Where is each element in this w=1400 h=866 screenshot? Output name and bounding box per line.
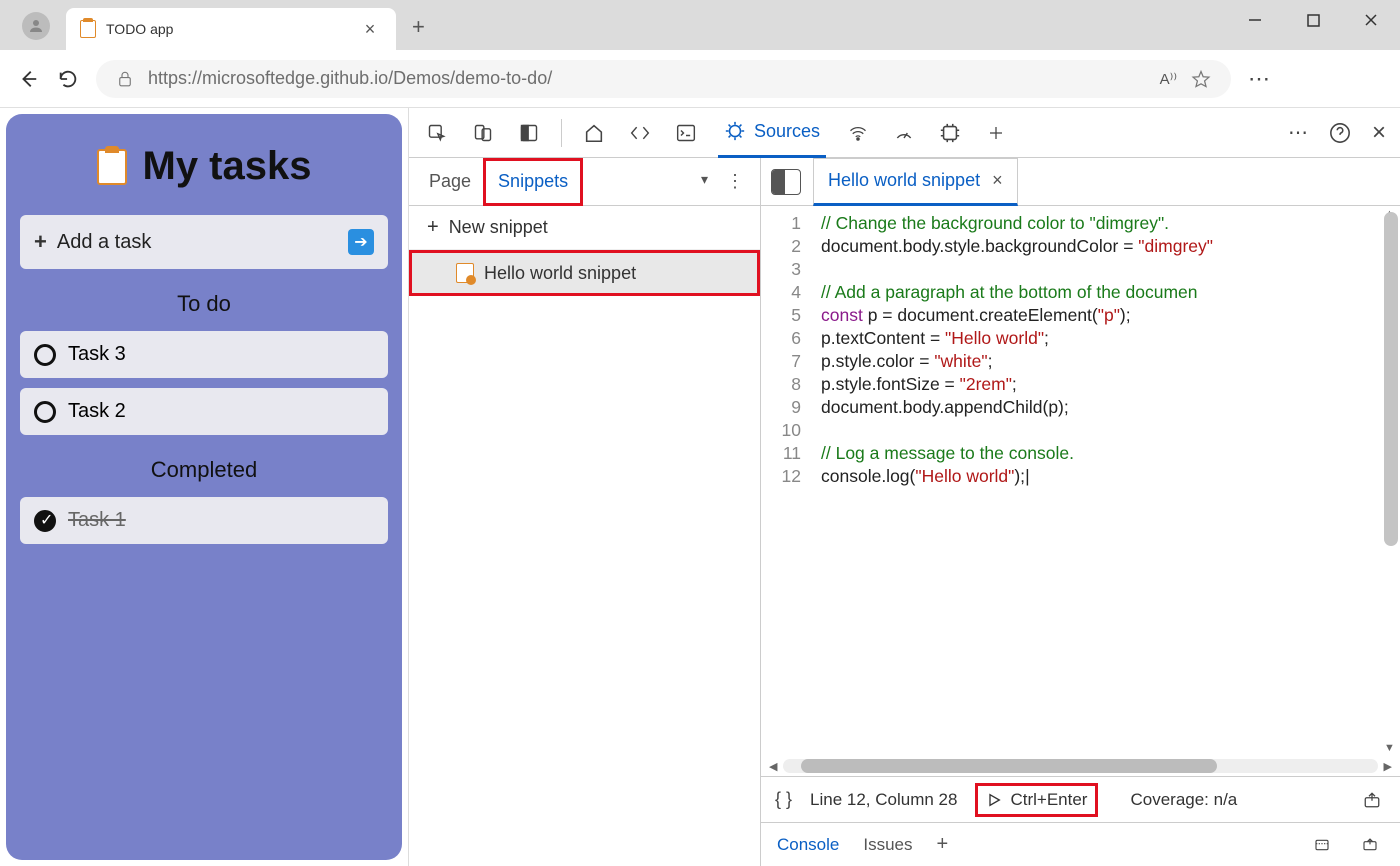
more-tabs-button[interactable] (982, 119, 1010, 147)
cursor-position: Line 12, Column 28 (810, 790, 957, 810)
lock-icon (116, 69, 134, 89)
more-menu[interactable]: ⋯ (1288, 120, 1308, 145)
refresh-button[interactable] (56, 68, 80, 90)
coverage-label: Coverage: n/a (1130, 790, 1237, 810)
url-box[interactable]: https://microsoftedge.github.io/Demos/de… (96, 60, 1231, 98)
tab-close-icon[interactable]: × (358, 19, 382, 40)
address-bar: https://microsoftedge.github.io/Demos/de… (0, 50, 1400, 108)
browser-titlebar: TODO app × + (0, 0, 1400, 50)
window-controls (1226, 0, 1400, 40)
welcome-tab[interactable] (580, 119, 608, 147)
snippets-tab[interactable]: Snippets (483, 158, 583, 206)
read-aloud-icon[interactable]: A⁾⁾ (1160, 70, 1177, 88)
drawer-issues-tab[interactable]: Issues (863, 835, 912, 855)
task-label: Task 1 (68, 509, 126, 532)
task-label: Task 2 (68, 400, 126, 423)
url-text: https://microsoftedge.github.io/Demos/de… (148, 68, 552, 89)
maximize-button[interactable] (1284, 0, 1342, 40)
more-icon[interactable]: ⋮ (726, 171, 744, 192)
memory-tab[interactable] (936, 119, 964, 147)
devtools-toolbar: Sources ⋯ × (409, 108, 1400, 158)
close-window-button[interactable] (1342, 0, 1400, 40)
checkbox-icon[interactable] (34, 401, 56, 423)
code-editor[interactable]: 123456789101112 // Change the background… (761, 206, 1400, 756)
line-gutter: 123456789101112 (761, 206, 811, 756)
sources-navigator: Page Snippets ▾ ⋮ + New snippet Hello wo… (409, 158, 761, 866)
sources-tab[interactable]: Sources (718, 108, 826, 158)
drawer-icon-2[interactable] (1356, 831, 1384, 859)
checkbox-icon[interactable] (34, 344, 56, 366)
drawer-console-tab[interactable]: Console (777, 835, 839, 855)
submit-task-button[interactable]: ➔ (348, 229, 374, 255)
code-content[interactable]: // Change the background color to "dimgr… (811, 206, 1400, 756)
new-tab-button[interactable]: + (412, 14, 425, 40)
page-tab[interactable]: Page (417, 158, 483, 206)
inspect-icon[interactable] (423, 119, 451, 147)
drawer-tabs: Console Issues + (761, 822, 1400, 866)
task-item[interactable]: Task 1 (20, 497, 388, 544)
toggle-navigator-button[interactable] (771, 169, 801, 195)
run-snippet-button[interactable]: Ctrl+Enter (975, 783, 1098, 817)
add-task-label: Add a task (57, 231, 152, 254)
editor-pane: Hello world snippet × 123456789101112 //… (761, 158, 1400, 866)
new-snippet-button[interactable]: + New snippet (409, 206, 760, 250)
tab-title: TODO app (106, 21, 348, 37)
devtools: Sources ⋯ × Page Snippets ▾ ⋮ (408, 108, 1400, 866)
plus-icon: + (34, 229, 47, 255)
checkbox-checked-icon[interactable] (34, 510, 56, 532)
app-title: My tasks (143, 144, 312, 189)
add-task-input[interactable]: + Add a task ➔ (20, 215, 388, 269)
help-icon[interactable] (1326, 119, 1354, 147)
pretty-print-button[interactable]: { } (775, 789, 792, 810)
menu-button[interactable]: ⋯ (1247, 66, 1271, 92)
favorite-icon[interactable] (1191, 69, 1211, 89)
close-devtools-button[interactable]: × (1372, 119, 1386, 147)
vertical-scrollbar[interactable]: ▲▼ (1384, 212, 1398, 750)
profile-avatar[interactable] (22, 12, 50, 40)
clipboard-icon (80, 20, 96, 38)
upload-icon[interactable] (1358, 786, 1386, 814)
snippet-file-icon (456, 263, 474, 283)
plus-icon: + (427, 216, 439, 239)
dock-icon[interactable] (515, 119, 543, 147)
minimize-button[interactable] (1226, 0, 1284, 40)
snippet-name: Hello world snippet (484, 263, 636, 284)
section-completed: Completed (20, 457, 388, 483)
task-item[interactable]: Task 3 (20, 331, 388, 378)
clipboard-icon (97, 149, 127, 185)
network-tab[interactable] (844, 119, 872, 147)
console-tab[interactable] (672, 119, 700, 147)
close-tab-icon[interactable]: × (992, 170, 1003, 191)
drawer-icon-1[interactable] (1308, 831, 1336, 859)
editor-tab[interactable]: Hello world snippet × (813, 158, 1018, 206)
section-todo: To do (20, 291, 388, 317)
page-viewport: My tasks + Add a task ➔ To do Task 3 Tas… (0, 108, 408, 866)
task-label: Task 3 (68, 343, 126, 366)
add-drawer-tab[interactable]: + (937, 833, 949, 856)
performance-tab[interactable] (890, 119, 918, 147)
todo-app: My tasks + Add a task ➔ To do Task 3 Tas… (6, 114, 402, 860)
editor-statusbar: { } Line 12, Column 28 Ctrl+Enter Covera… (761, 776, 1400, 822)
horizontal-scrollbar[interactable]: ◀▶ (761, 756, 1400, 776)
browser-tab[interactable]: TODO app × (66, 8, 396, 50)
task-item[interactable]: Task 2 (20, 388, 388, 435)
back-button[interactable] (16, 68, 40, 90)
snippet-item[interactable]: Hello world snippet (412, 253, 757, 293)
elements-tab[interactable] (626, 119, 654, 147)
chevron-down-icon[interactable]: ▾ (701, 171, 708, 192)
device-icon[interactable] (469, 119, 497, 147)
